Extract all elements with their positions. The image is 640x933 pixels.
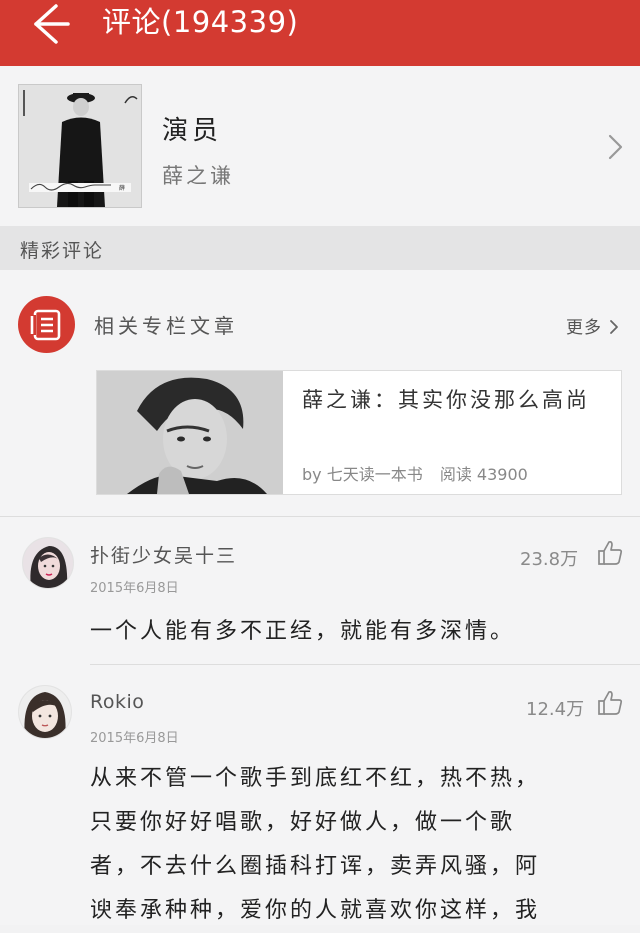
related-title: 相关专栏文章: [94, 314, 238, 338]
comment-text: 一个人能有多不正经，就能有多深情。: [90, 619, 516, 644]
article-meta: by 七天读一本书 阅读 43900: [302, 461, 540, 485]
comment-username[interactable]: Rokio: [90, 691, 144, 713]
article-thumbnail: [97, 371, 283, 494]
thumbs-up-icon[interactable]: [596, 689, 624, 717]
comment-line: 谀奉承种种，爱你的人就喜欢你这样，我: [90, 898, 541, 923]
page-title: 评论(194339): [102, 5, 299, 39]
comment-date: 2015年6月8日: [90, 731, 179, 746]
article-author: by 七天读一本书: [302, 465, 423, 484]
album-art: 薛: [18, 84, 142, 208]
comment-line: 从来不管一个歌手到底红不红，热不热，: [90, 766, 541, 791]
section-title: 精彩评论: [20, 240, 105, 262]
comment-username[interactable]: 扑街少女吴十三: [90, 541, 237, 568]
arrow-left-icon: [34, 4, 70, 44]
avatar[interactable]: [22, 537, 74, 589]
back-button[interactable]: [22, 4, 78, 44]
article-icon: [18, 296, 75, 353]
thumbs-up-icon[interactable]: [596, 539, 624, 567]
chevron-right-icon: [610, 320, 619, 334]
related-articles: 相关专栏文章 更多 薛之谦：其实你没那么高尚 by 七天读一本书 阅读 4390…: [0, 270, 640, 516]
comment-line: 只要你好好唱歌，好好做人，做一个歌: [90, 810, 516, 835]
comment-date: 2015年6月8日: [90, 581, 179, 596]
comment-item: Rokio 2015年6月8日 12.4万 从来不管一个歌手到底红不红，热不热，…: [0, 665, 640, 925]
song-title: 演员: [162, 116, 223, 146]
chevron-right-icon: [608, 134, 623, 160]
app-header: 评论(194339): [0, 0, 640, 66]
avatar[interactable]: [18, 685, 72, 739]
more-label: 更多: [566, 318, 602, 338]
more-link[interactable]: 更多: [566, 313, 620, 338]
album-art-glyph: 薛: [119, 184, 125, 192]
comment-item: 扑街少女吴十三 2015年6月8日 23.8万 一个人能有多不正经，就能有多深情…: [0, 517, 640, 665]
section-header: 精彩评论: [0, 226, 640, 270]
article-card[interactable]: 薛之谦：其实你没那么高尚 by 七天读一本书 阅读 43900: [96, 370, 622, 495]
song-info-row[interactable]: 薛 演员 薛之谦: [0, 66, 640, 226]
article-reads: 阅读 43900: [439, 465, 528, 484]
article-title: 薛之谦：其实你没那么高尚: [302, 388, 590, 412]
like-count: 23.8万: [520, 549, 579, 570]
comment-line: 者，不去什么圈插科打诨，卖弄风骚，阿: [90, 854, 541, 879]
comment-text: 从来不管一个歌手到底红不红，热不热， 只要你好好唱歌，好好做人，做一个歌 者，不…: [90, 757, 620, 933]
song-artist: 薛之谦: [162, 164, 234, 188]
like-count: 12.4万: [526, 699, 585, 720]
